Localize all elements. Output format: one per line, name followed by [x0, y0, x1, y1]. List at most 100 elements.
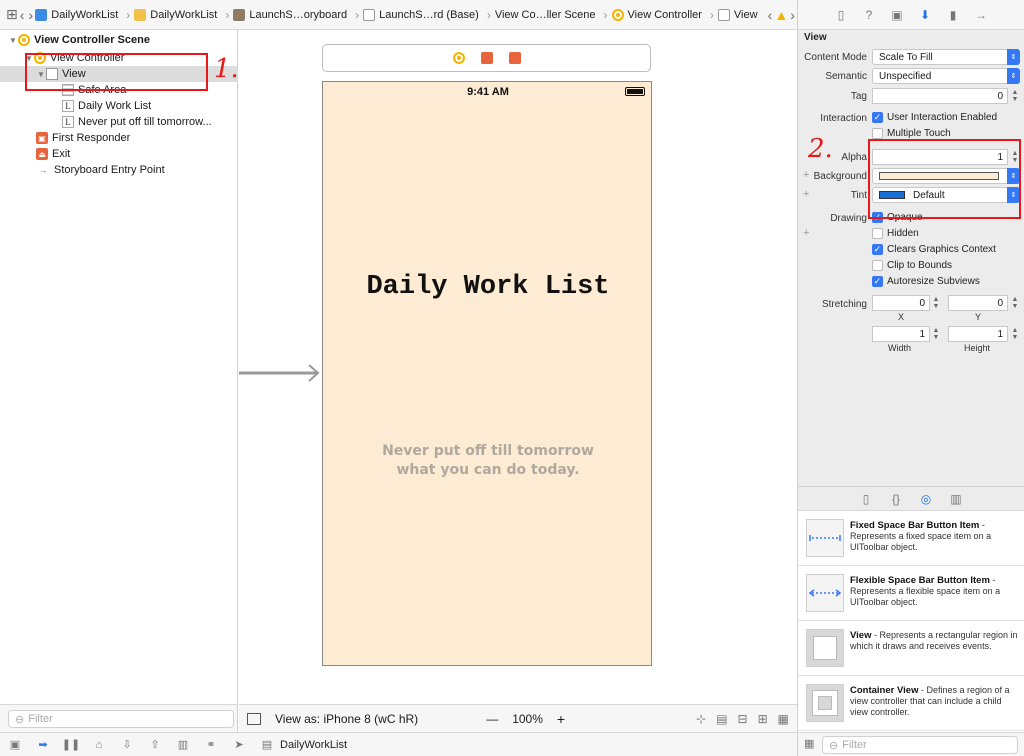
user-interaction-checkbox[interactable]: ✓ User Interaction Enabled: [872, 112, 997, 123]
library-item[interactable]: Flexible Space Bar Button Item - Represe…: [798, 566, 1024, 621]
align-icon[interactable]: ⊟: [738, 712, 748, 726]
file-template-icon[interactable]: ▯: [859, 492, 873, 506]
quote-label[interactable]: Never put off till tomorrow what you can…: [323, 442, 653, 480]
stretch-x-stepper[interactable]: ▲ ▼: [931, 295, 941, 311]
grid-view-icon[interactable]: ▦: [804, 737, 814, 750]
file-icon: [363, 8, 376, 21]
multiple-touch-checkbox[interactable]: Multiple Touch: [872, 128, 951, 139]
stretch-x-field[interactable]: 0: [872, 295, 930, 311]
semantic-popup[interactable]: Unspecified ⇕: [872, 68, 1020, 84]
document-outline: ▼ View Controller Scene ▼ View Controlle…: [0, 30, 239, 704]
outline-label-title[interactable]: L Daily Work List: [0, 98, 238, 114]
zoom-out-button[interactable]: —: [486, 712, 498, 726]
related-items-icon[interactable]: ⊞: [6, 5, 18, 25]
library-item-desc: - Represents a rectangular region in whi…: [850, 630, 1018, 651]
stretch-height-field[interactable]: 1: [948, 326, 1008, 342]
outline-filter-input[interactable]: ⊖ Filter: [8, 710, 234, 728]
clears-graphics-checkbox[interactable]: ✓ Clears Graphics Context: [872, 244, 996, 255]
hide-debug-area-icon[interactable]: ▣: [8, 738, 22, 752]
code-snippet-icon[interactable]: {}: [889, 492, 903, 506]
media-library-icon[interactable]: ▥: [949, 492, 963, 506]
filter-icon: ⊖: [829, 739, 839, 752]
outline-scene[interactable]: ▼ View Controller Scene: [0, 32, 238, 48]
title-label[interactable]: Daily Work List: [323, 272, 653, 302]
add-variation-icon[interactable]: +: [803, 227, 809, 239]
checkbox-box: [872, 128, 883, 139]
semantic-label: Semantic: [825, 71, 867, 82]
label-icon: L: [62, 116, 74, 128]
checkbox-label: Clears Graphics Context: [887, 244, 996, 255]
breakpoint-icon[interactable]: ➡: [36, 738, 50, 752]
storyboard-canvas[interactable]: 9:41 AM Daily Work List Never put off ti…: [239, 30, 797, 704]
stretch-y-stepper[interactable]: ▲ ▼: [1010, 295, 1020, 311]
view-debugger-icon[interactable]: ▥: [176, 738, 190, 752]
disclosure-triangle-icon[interactable]: ▼: [8, 36, 18, 45]
autoresize-checkbox[interactable]: ✓ Autoresize Subviews: [872, 276, 980, 287]
breadcrumb-project[interactable]: DailyWorkList ›: [35, 8, 134, 22]
view-controller-dock-icon[interactable]: [452, 52, 465, 64]
stretch-height-stepper[interactable]: ▲ ▼: [1010, 326, 1020, 342]
file-inspector-icon[interactable]: ▯: [834, 8, 848, 22]
storyboard-icon: [233, 8, 246, 21]
breadcrumb-view-controller[interactable]: View Controller ›: [611, 8, 718, 22]
step-over-icon[interactable]: ⌂: [92, 738, 106, 752]
embed-in-stack-icon[interactable]: ▤: [716, 712, 727, 726]
first-responder-dock-icon[interactable]: [480, 52, 493, 64]
outline-exit[interactable]: ⏏ Exit: [0, 146, 238, 162]
stretch-width-field[interactable]: 1: [872, 326, 930, 342]
breadcrumb-scene[interactable]: View Co…ller Scene ›: [495, 8, 612, 22]
breadcrumb-folder[interactable]: DailyWorkList ›: [134, 8, 233, 22]
add-variation-icon[interactable]: +: [803, 169, 809, 181]
view-controller-view[interactable]: 9:41 AM Daily Work List Never put off ti…: [322, 81, 652, 666]
stretch-width-stepper[interactable]: ▲ ▼: [931, 326, 941, 342]
library-item[interactable]: Container View - Defines a region of a v…: [798, 676, 1024, 731]
project-icon: [35, 8, 48, 21]
back-arrow-icon[interactable]: ‹: [18, 5, 27, 25]
breadcrumb-storyboard[interactable]: LaunchS…oryboard ›: [233, 8, 363, 22]
entry-point-arrow-icon[interactable]: [239, 363, 321, 383]
outline-entry-point[interactable]: → Storyboard Entry Point: [0, 162, 238, 178]
forward-issue-icon[interactable]: ›: [788, 5, 797, 25]
zoom-in-button[interactable]: +: [557, 711, 565, 727]
tag-stepper[interactable]: ▲ ▼: [1010, 88, 1020, 104]
tag-field[interactable]: 0: [872, 88, 1008, 104]
update-frames-icon[interactable]: ⊹: [696, 712, 706, 726]
connections-inspector-icon[interactable]: →: [974, 8, 988, 22]
breadcrumb-storyboard-base[interactable]: LaunchS…rd (Base) ›: [363, 8, 495, 22]
identity-inspector-icon[interactable]: ▣: [890, 8, 904, 22]
size-inspector-icon[interactable]: ▮: [946, 8, 960, 22]
content-mode-popup[interactable]: Scale To Fill ⇕: [872, 49, 1020, 65]
pause-icon[interactable]: ❚❚: [62, 738, 80, 752]
quote-line-2: what you can do today.: [396, 462, 580, 478]
memory-graph-icon[interactable]: ⚭: [204, 738, 218, 752]
library-item[interactable]: View - Represents a rectangular region i…: [798, 621, 1024, 676]
quick-help-icon[interactable]: ?: [862, 8, 876, 22]
add-constraints-icon[interactable]: ⊞: [758, 712, 768, 726]
breadcrumb-view[interactable]: View: [717, 8, 758, 21]
outline-first-responder[interactable]: ▣ First Responder: [0, 130, 238, 146]
checkbox-box: [872, 228, 883, 239]
object-library-icon[interactable]: ◎: [919, 492, 933, 506]
warning-icon[interactable]: ▲: [774, 5, 788, 25]
exit-dock-icon[interactable]: [508, 52, 521, 64]
toggle-outline-icon[interactable]: [247, 712, 261, 725]
attributes-inspector-icon[interactable]: ⬇: [918, 8, 932, 22]
outline-label-quote[interactable]: L Never put off till tomorrow...: [0, 114, 238, 130]
forward-arrow-icon[interactable]: ›: [27, 5, 36, 25]
library-item[interactable]: Fixed Space Bar Button Item - Represents…: [798, 511, 1024, 566]
clip-to-bounds-checkbox[interactable]: Clip to Bounds: [872, 260, 952, 271]
library-filter-input[interactable]: ⊖ Filter: [822, 736, 1018, 754]
back-issue-icon[interactable]: ‹: [766, 5, 775, 25]
stretch-y-field[interactable]: 0: [948, 295, 1008, 311]
hidden-checkbox[interactable]: Hidden: [872, 228, 919, 239]
view-as-device[interactable]: View as: iPhone 8 (wC hR): [275, 712, 418, 726]
step-out-icon[interactable]: ⇧: [148, 738, 162, 752]
target-name[interactable]: DailyWorkList: [280, 739, 347, 751]
step-into-icon[interactable]: ⇩: [120, 738, 134, 752]
resolve-issues-icon[interactable]: ▦: [778, 712, 789, 726]
simulate-location-icon[interactable]: ➤: [232, 738, 246, 752]
annotation-number-1: 1.: [214, 54, 239, 84]
checkmark-icon: ✓: [872, 244, 883, 255]
add-variation-icon[interactable]: +: [803, 188, 809, 200]
zoom-level[interactable]: 100%: [512, 712, 543, 726]
